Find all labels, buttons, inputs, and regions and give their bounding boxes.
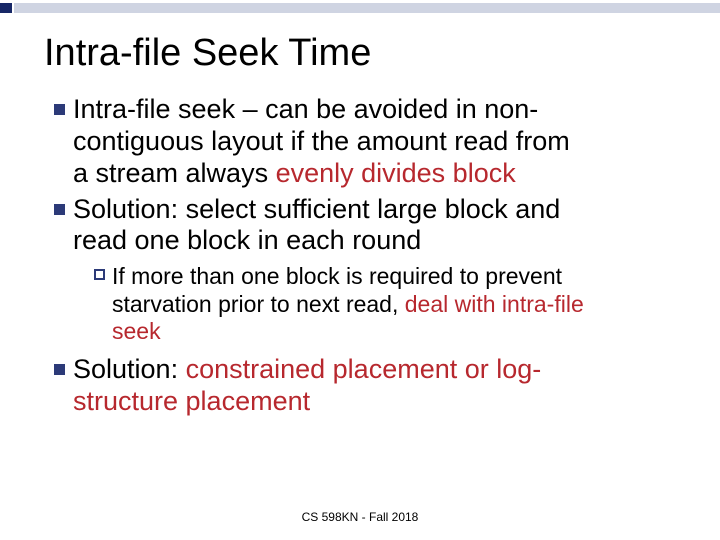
bullet-2-line1: Solution: select sufficient large block … — [73, 194, 560, 224]
sub-1-line1: If more than one block is required to pr… — [112, 263, 562, 289]
sub-bullet-1: If more than one block is required to pr… — [94, 263, 680, 346]
sub-1-line2a: starvation prior to next read, — [112, 291, 405, 317]
sub-1-line2-red: deal with intra-file — [405, 291, 584, 317]
square-bullet-icon — [54, 104, 65, 115]
slide-body: Intra-file seek – can be avoided in non-… — [54, 94, 680, 422]
slide-title: Intra-file Seek Time — [44, 32, 371, 75]
bullet-3: Solution: constrained placement or log- … — [54, 354, 680, 418]
bullet-2-line2: read one block in each round — [73, 225, 421, 255]
bullet-3-line1-red: constrained placement or log- — [186, 354, 542, 384]
bullet-1-line2: contiguous layout if the amount read fro… — [73, 126, 570, 156]
bullet-1-line1: Intra-file seek – can be avoided in non- — [73, 94, 538, 124]
accent-square — [0, 3, 12, 13]
bullet-2-text: Solution: select sufficient large block … — [73, 194, 560, 258]
sub-1-line3-red: seek — [112, 318, 161, 344]
slide: Intra-file Seek Time Intra-file seek – c… — [0, 0, 720, 540]
bullet-2: Solution: select sufficient large block … — [54, 194, 680, 258]
hollow-square-bullet-icon — [94, 269, 105, 280]
bullet-3-line1a: Solution: — [73, 354, 186, 384]
bullet-1-line3-red: evenly divides block — [276, 158, 516, 188]
bullet-1-line3a: a stream always — [73, 158, 276, 188]
square-bullet-icon — [54, 364, 65, 375]
bullet-1-text: Intra-file seek – can be avoided in non-… — [73, 94, 570, 190]
bullet-3-line2-red: structure placement — [73, 386, 310, 416]
square-bullet-icon — [54, 204, 65, 215]
accent-strip — [14, 3, 720, 13]
bullet-3-text: Solution: constrained placement or log- … — [73, 354, 541, 418]
slide-footer: CS 598KN - Fall 2018 — [0, 510, 720, 524]
bullet-1: Intra-file seek – can be avoided in non-… — [54, 94, 680, 190]
sub-bullet-1-text: If more than one block is required to pr… — [112, 263, 584, 346]
top-accent-bar — [0, 0, 720, 14]
